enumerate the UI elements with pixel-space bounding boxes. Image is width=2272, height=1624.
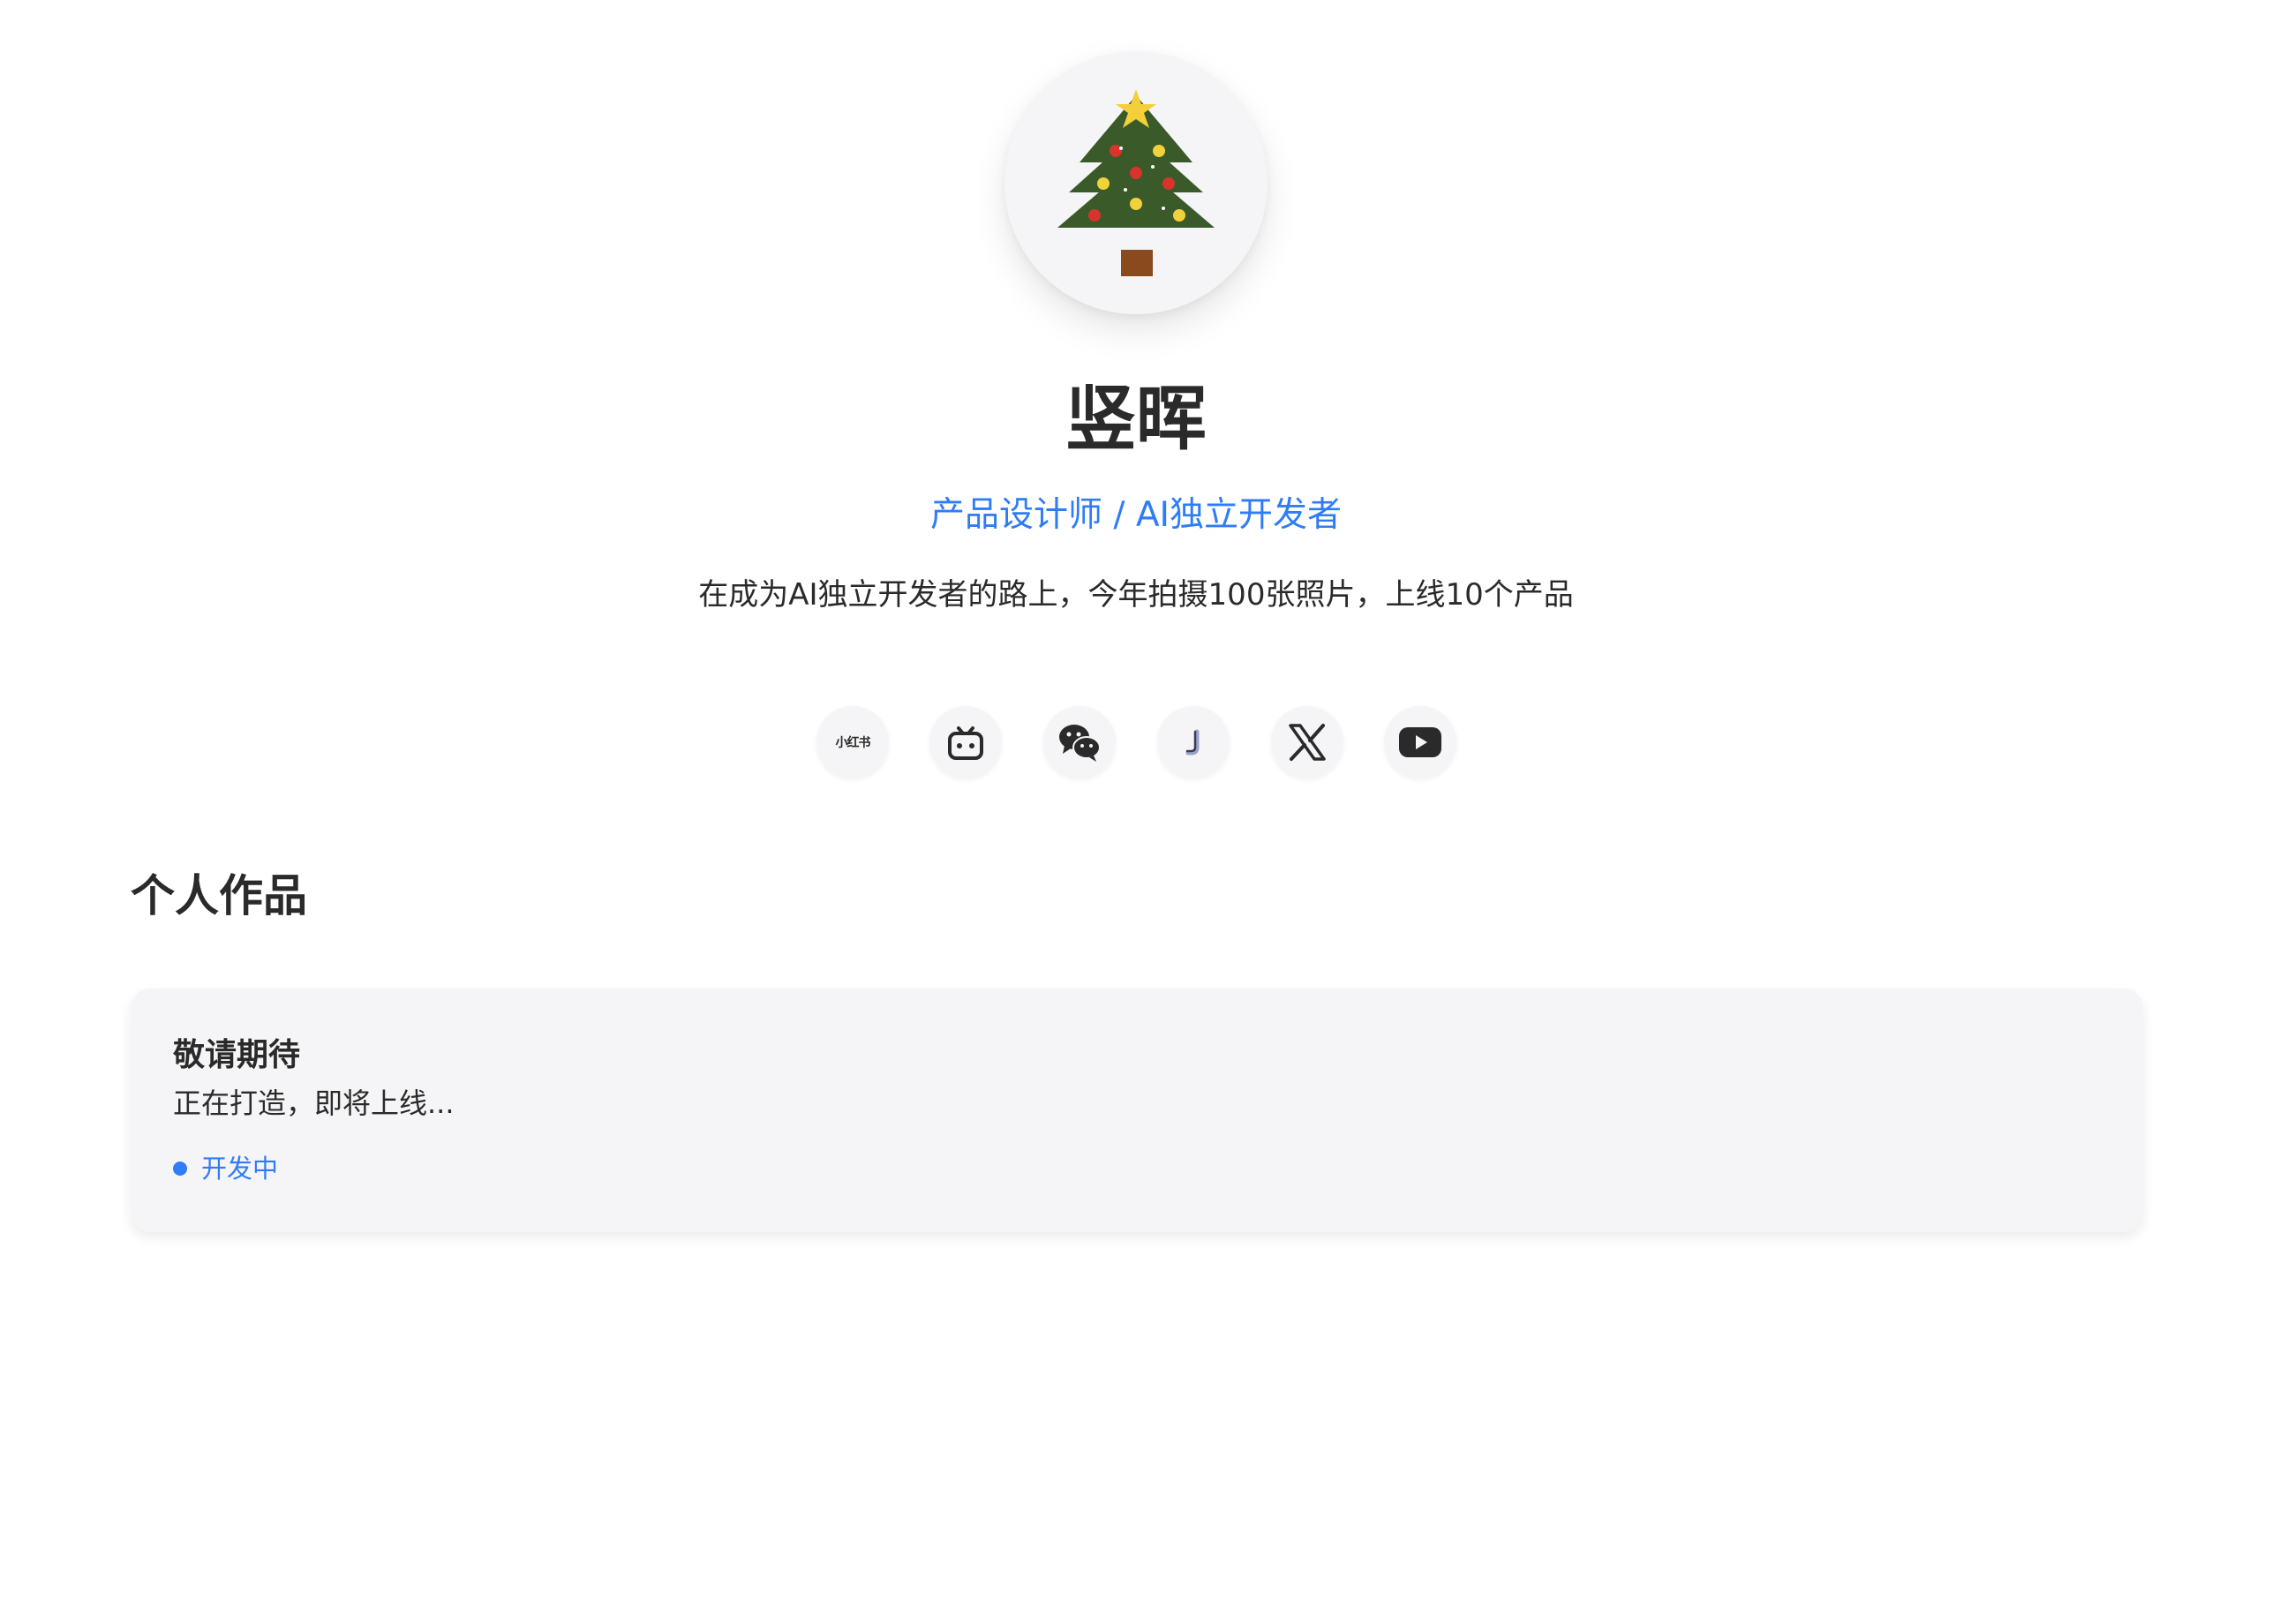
wechat-icon (1059, 725, 1101, 762)
profile-name: 竖晖 (1065, 378, 1207, 460)
profile-role: 产品设计师 / AI独立开发者 (929, 495, 1343, 535)
status-dot-icon (173, 1162, 187, 1176)
status-badge: 开发中 (173, 1149, 278, 1188)
social-links: 小红书 (816, 706, 1456, 778)
youtube-link[interactable] (1384, 706, 1456, 778)
bilibili-link[interactable] (929, 706, 1002, 778)
work-card[interactable]: 敬请期待 正在打造，即将上线... 开发中 (131, 989, 2143, 1232)
wechat-link[interactable] (1043, 706, 1116, 778)
status-label: 开发中 (201, 1154, 279, 1184)
works-section-title: 个人作品 (131, 870, 307, 921)
work-card-title: 敬请期待 (173, 1037, 301, 1073)
bilibili-icon (948, 726, 983, 760)
profile-bio: 在成为AI独立开发者的路上，今年拍摄100张照片，上线10个产品 (698, 577, 1574, 613)
youtube-icon (1399, 727, 1441, 757)
jike-link[interactable] (1157, 706, 1230, 778)
xiaohongshu-icon: 小红书 (835, 736, 871, 750)
x-icon (1289, 724, 1326, 761)
xiaohongshu-link[interactable]: 小红书 (816, 706, 889, 778)
work-card-description: 正在打造，即将上线... (173, 1086, 455, 1120)
christmas-tree-icon (1057, 89, 1215, 276)
x-link[interactable] (1271, 706, 1343, 778)
avatar (1004, 51, 1268, 314)
jike-icon (1185, 729, 1200, 756)
